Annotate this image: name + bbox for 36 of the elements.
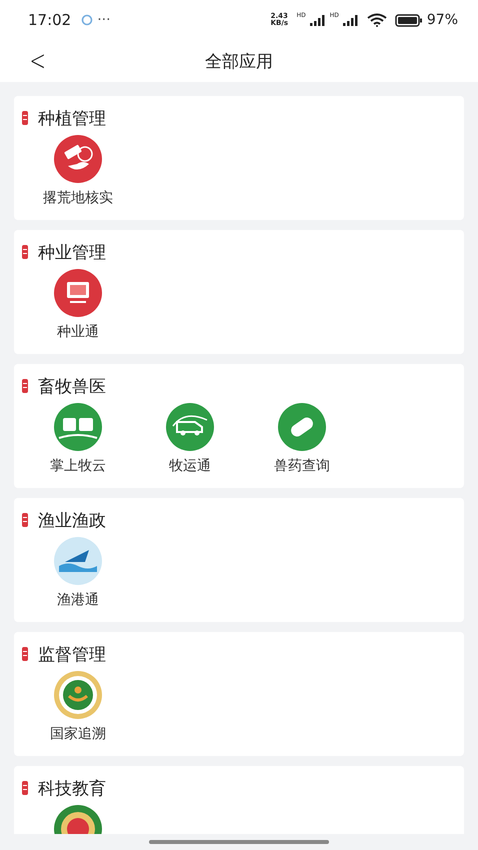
- app-label[interactable]: 种业通: [57, 323, 99, 341]
- monitor-icon[interactable]: [53, 268, 103, 318]
- signal-icon: [342, 14, 359, 26]
- satellite-globe-icon[interactable]: [53, 134, 103, 184]
- pill-icon[interactable]: [277, 402, 327, 452]
- app-label[interactable]: 牧运通: [169, 457, 211, 475]
- truck-icon[interactable]: [165, 402, 215, 452]
- section-title: 监督管理: [38, 644, 106, 666]
- section-marker-icon: [22, 781, 28, 795]
- app-label[interactable]: 撂荒地核实: [43, 189, 113, 207]
- page-title: 全部应用: [205, 50, 273, 72]
- wifi-icon: [366, 13, 387, 27]
- app-label[interactable]: 国家追溯: [50, 725, 106, 743]
- section-marker-icon: [22, 245, 28, 259]
- signal-icon: [310, 14, 326, 26]
- back-button[interactable]: <: [26, 44, 49, 77]
- battery-icon: [394, 14, 423, 26]
- battery-percent: 97%: [426, 12, 458, 28]
- section-marker-icon: [22, 647, 28, 661]
- section-marker-icon: [22, 379, 28, 393]
- section-title: 科技教育: [38, 778, 106, 800]
- emblem-icon[interactable]: [53, 670, 103, 720]
- section-marker-icon: [22, 111, 28, 125]
- section-title: 畜牧兽医: [38, 376, 106, 398]
- ship-icon[interactable]: [53, 536, 103, 586]
- app-label[interactable]: 掌上牧云: [50, 457, 106, 475]
- section-title: 种植管理: [38, 108, 106, 130]
- section-title: 种业管理: [38, 242, 106, 264]
- cloud-logo-icon[interactable]: [53, 402, 103, 452]
- app-label[interactable]: 渔港通: [57, 591, 99, 609]
- clock-time: 17:02: [28, 11, 72, 29]
- section-marker-icon: [22, 513, 28, 527]
- more-notifications: ···: [97, 12, 111, 28]
- section-title: 渔业渔政: [38, 510, 106, 532]
- app-notification-icon: [81, 14, 94, 26]
- app-label[interactable]: 兽药查询: [274, 457, 330, 475]
